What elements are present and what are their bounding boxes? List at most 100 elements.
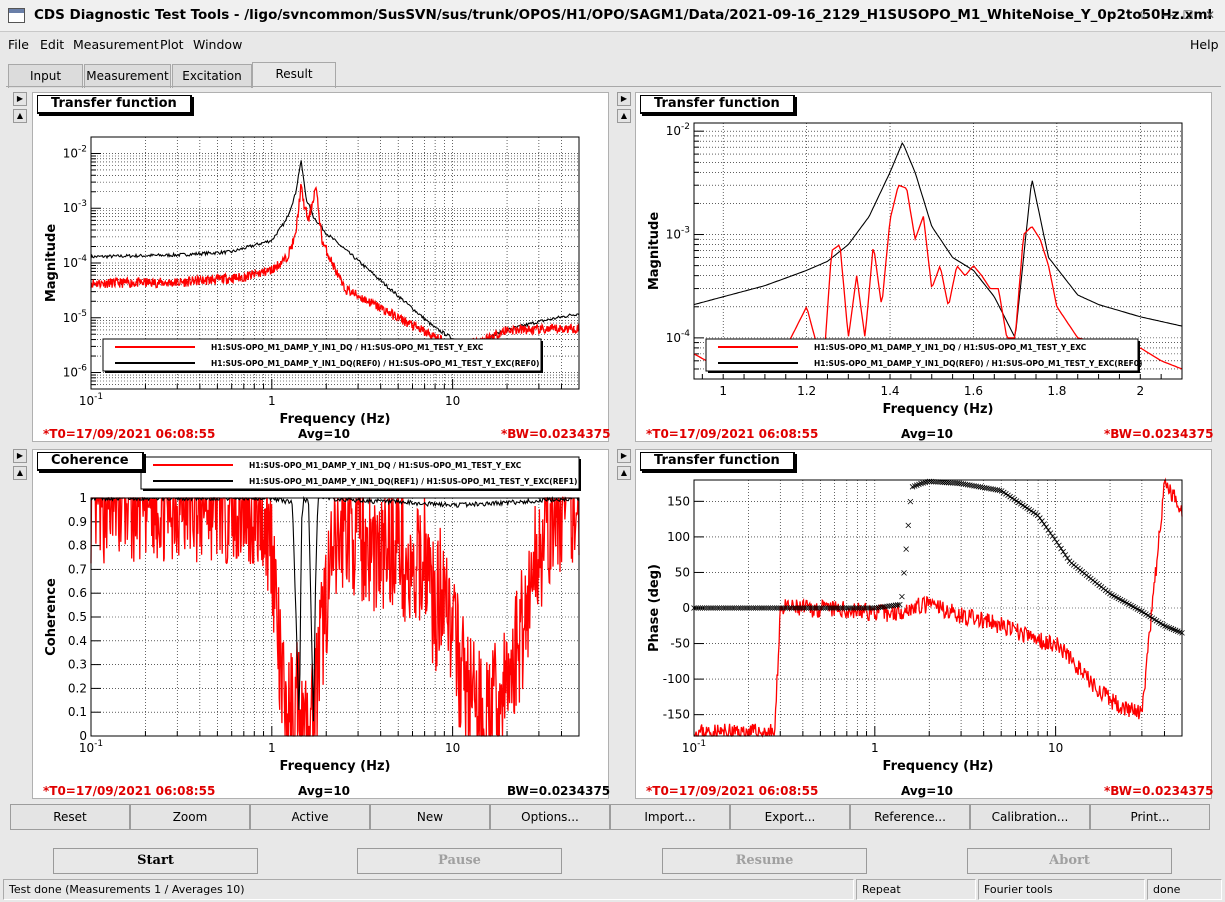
plot-4-ytick-3: 0 [682,601,690,615]
plot-1-bw: *BW=0.0234375 [501,427,611,441]
status-message: Test done (Measurements 1 / Averages 10) [3,879,854,900]
plot-3-canvas[interactable]: 10-1 1 1000.10.20.30.40.50.60.70.80.91Freq… [33,450,610,800]
options-button[interactable]: Options... [490,804,610,830]
menu-measurement[interactable]: Measurement [73,37,159,52]
plot-1-series-0 [90,183,580,353]
new-button[interactable]: New [370,804,490,830]
plot-1-canvas[interactable]: 10-1 1 10 10-6 10-5 10-4 10-3 10-2 Frequency (Hz… [33,93,610,443]
plot-2-ytick-0: 10-4 [666,329,691,345]
plot-4-series-1 [691,478,1185,636]
close-button[interactable]: ✕ [1202,7,1218,23]
plot-4-bw: *BW=0.0234375 [1104,784,1214,798]
plot-toolbar: Reset Zoom Active New Options... Import.… [10,804,1211,830]
export-button[interactable]: Export... [730,804,850,830]
plot-3-ylabel: Coherence [44,578,59,656]
tab-result[interactable]: Result [252,62,336,88]
abort-button[interactable]: Abort [967,848,1172,874]
import-button[interactable]: Import... [610,804,730,830]
plot-4-canvas[interactable]: 10-1 1 10 -150 -100 -50 0 50 100 150 Frequency (Hz… [636,450,1213,800]
plot-2-xlabel: Frequency (Hz) [883,402,994,417]
plot-3-legend-label-0: H1:SUS-OPO_M1_DAMP_Y_IN1_DQ / H1:SUS-OPO… [249,461,522,470]
panel3-expand-icon[interactable]: ▶ [13,449,27,463]
plot-4-avg: Avg=10 [901,784,954,798]
calibration-button[interactable]: Calibration... [970,804,1090,830]
panel3-collapse-icon[interactable]: ▲ [13,466,27,480]
minimize-button[interactable]: — [1160,7,1176,23]
plot-1-ytick-0: 10-6 [63,364,88,380]
plot-2-xtick-4: 1.8 [1047,384,1066,398]
tab-measurement[interactable]: Measurement [84,64,171,88]
reference-button[interactable]: Reference... [850,804,970,830]
plot-3-xtick-1: 1 [268,741,276,755]
active-button[interactable]: Active [250,804,370,830]
plot-3-ytick-4: 0.4 [68,634,87,648]
plot-1-xtick-0: 10-1 [79,392,103,408]
zoom-button[interactable]: Zoom [130,804,250,830]
plot-3-ytick-7: 0.7 [68,562,87,576]
plot-3-xlabel: Frequency (Hz) [280,759,391,774]
plot-4-ytick-1: -100 [663,672,690,686]
plot-2-canvas[interactable]: 1 1.2 1.4 1.6 1.8 2 10-4 10-3 10-2 Frequency (Hz)… [636,93,1213,443]
plot-3-ytick-9: 0.9 [68,515,87,529]
panel1-collapse-icon[interactable]: ▲ [13,109,27,123]
run-controls: Start Pause Resume Abort [0,846,1225,876]
plot-4-xtick-0: 10-1 [682,739,706,755]
tab-excitation[interactable]: Excitation [172,64,252,88]
plot-1-legend-label-0: H1:SUS-OPO_M1_DAMP_Y_IN1_DQ / H1:SUS-OPO… [211,343,484,352]
panel2-collapse-icon[interactable]: ▲ [617,109,631,123]
plot-3-legend: H1:SUS-OPO_M1_DAMP_Y_IN1_DQ / H1:SUS-OPO… [140,456,581,491]
plot-panel-2[interactable]: 1 1.2 1.4 1.6 1.8 2 10-4 10-3 10-2 Frequency (Hz)… [635,92,1214,443]
maximize-button[interactable]: ☐ [1180,7,1196,23]
menu-help[interactable]: Help [1190,37,1219,52]
menu-edit[interactable]: Edit [40,37,64,52]
plot-2-ytick-2: 10-2 [666,122,690,138]
shade-button[interactable]: ⇧ [1135,7,1151,23]
plot-4-xtick-1: 1 [871,741,879,755]
plot-4-xlabel: Frequency (Hz) [883,759,994,774]
pause-button[interactable]: Pause [357,848,562,874]
plot-1-avg: Avg=10 [298,427,351,441]
menu-window[interactable]: Window [193,37,242,52]
menu-plot[interactable]: Plot [160,37,184,52]
print-button[interactable]: Print... [1090,804,1210,830]
plot-panel-1[interactable]: 10-1 1 10 10-6 10-5 10-4 10-3 10-2 Frequency (Hz… [32,92,611,443]
plot-3-ytick-6: 0.6 [68,586,87,600]
plot-2-xtick-1: 1.2 [797,384,816,398]
plot-2-label[interactable]: Transfer function [640,95,795,114]
panel4-expand-icon[interactable]: ▶ [617,449,631,463]
plot-2-xtick-2: 1.4 [880,384,899,398]
plot-3-label[interactable]: Coherence [37,452,144,471]
plot-1-xtick-1: 1 [268,394,276,408]
plot-2-bw: *BW=0.0234375 [1104,427,1214,441]
plot-2-xtick-3: 1.6 [964,384,983,398]
plot-1-ylabel: Magnitude [44,224,59,303]
status-repeat: Repeat [856,879,976,900]
window-icon [8,8,25,23]
panel4-collapse-icon[interactable]: ▲ [617,466,631,480]
reset-button[interactable]: Reset [10,804,130,830]
plot-2-ytick-1: 10-3 [666,226,690,242]
menu-file[interactable]: File [8,37,29,52]
plot-3-legend-label-1: H1:SUS-OPO_M1_DAMP_Y_IN1_DQ(REF1) / H1:S… [249,477,577,486]
resume-button[interactable]: Resume [662,848,867,874]
plot-4-ytick-6: 150 [667,494,690,508]
plot-1-t0: *T0=17/09/2021 06:08:55 [43,427,216,441]
tab-input[interactable]: Input [8,64,83,88]
plot-panel-4[interactable]: 10-1 1 10 -150 -100 -50 0 50 100 150 Frequency (Hz… [635,449,1214,800]
plot-3-ytick-3: 0.3 [68,658,87,672]
plot-2-avg: Avg=10 [901,427,954,441]
start-button[interactable]: Start [53,848,258,874]
plot-panel-3[interactable]: 10-1 1 10 0 0.1 0.2 0.3 0.4 0.5 0.6 0.7 0.8 0.9 1 Freq… [32,449,610,800]
plot-3-ytick-8: 0.8 [68,539,87,553]
plot-1-ytick-3: 10-3 [63,199,87,215]
panel1-expand-icon[interactable]: ▶ [13,92,27,106]
plot-1-ytick-1: 10-5 [63,309,87,325]
plot-4-label[interactable]: Transfer function [640,452,795,471]
plot-1-label[interactable]: Transfer function [37,95,192,114]
plot-1-xlabel: Frequency (Hz) [280,412,391,427]
plot-4-t0: *T0=17/09/2021 06:08:55 [646,784,819,798]
window-title: CDS Diagnostic Test Tools - /ligo/svncom… [34,7,1213,23]
panel2-expand-icon[interactable]: ▶ [617,92,631,106]
plot-4-ytick-5: 100 [667,530,690,544]
plot-1-xtick-2: 10 [445,394,460,408]
